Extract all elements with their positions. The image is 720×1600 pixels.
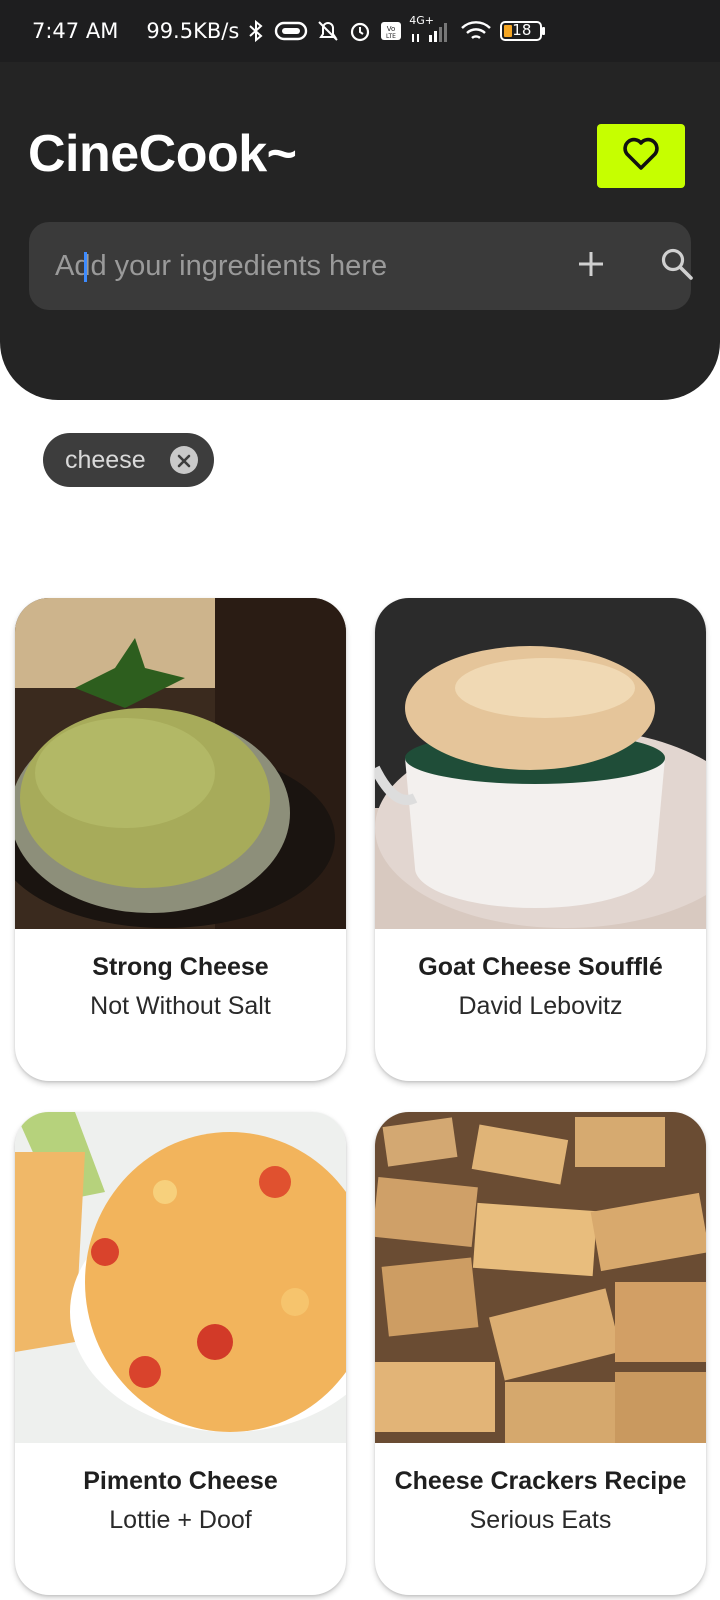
- status-network-speed: 99.5KB/s: [146, 19, 240, 43]
- search-button[interactable]: [655, 244, 699, 288]
- recipe-card[interactable]: Goat Cheese Soufflé David Lebovitz: [375, 598, 706, 1081]
- close-icon: [177, 446, 191, 475]
- recipe-image: [375, 598, 706, 929]
- recipe-image: [15, 1112, 346, 1443]
- recipe-image: [15, 598, 346, 929]
- recipe-card[interactable]: Pimento Cheese Lottie + Doof: [15, 1112, 346, 1595]
- bell-off-icon: [315, 18, 341, 44]
- recipe-image: [375, 1112, 706, 1443]
- heart-icon: [622, 137, 660, 176]
- add-ingredient-button[interactable]: [569, 244, 613, 288]
- recipe-source: Lottie + Doof: [109, 1506, 252, 1534]
- ingredient-search-bar: [29, 222, 693, 310]
- volte-icon: Vo LTE: [379, 19, 403, 43]
- cellular-signal-icon: 4G+: [409, 14, 453, 44]
- recipe-card[interactable]: Cheese Crackers Recipe Serious Eats: [375, 1112, 706, 1595]
- status-icons: Vo LTE 4G+ 18: [245, 14, 547, 44]
- vibrate-icon: [273, 19, 309, 43]
- chip-label: cheese: [65, 445, 146, 474]
- recipe-title: Pimento Cheese: [83, 1467, 278, 1495]
- battery-icon: 18: [499, 19, 547, 43]
- status-bar: 7:47 AM 99.5KB/s Vo LTE 4G+ 18: [0, 0, 720, 62]
- app-header: CineCook~: [0, 62, 720, 400]
- recipe-source: Not Without Salt: [90, 992, 271, 1020]
- text-cursor: [84, 252, 87, 282]
- status-time: 7:47 AM: [32, 19, 119, 43]
- plus-icon: [576, 249, 606, 284]
- bluetooth-icon: [245, 19, 267, 43]
- remove-chip-button[interactable]: [170, 446, 198, 474]
- favorites-button[interactable]: [597, 124, 685, 188]
- search-icon: [660, 247, 694, 286]
- svg-text:Vo: Vo: [387, 25, 396, 33]
- recipe-card[interactable]: Strong Cheese Not Without Salt: [15, 598, 346, 1081]
- recipe-source: David Lebovitz: [458, 992, 623, 1020]
- recipe-source: Serious Eats: [469, 1506, 612, 1534]
- ingredient-input[interactable]: [55, 222, 515, 310]
- svg-text:LTE: LTE: [386, 33, 396, 40]
- recipe-title: Goat Cheese Soufflé: [418, 953, 663, 981]
- recipe-title: Strong Cheese: [92, 953, 269, 981]
- wifi-icon: [459, 18, 493, 44]
- ingredient-chip[interactable]: cheese: [43, 433, 214, 487]
- app-title: CineCook~: [28, 125, 297, 183]
- recipe-title: Cheese Crackers Recipe: [394, 1467, 687, 1495]
- alarm-icon: [347, 18, 373, 44]
